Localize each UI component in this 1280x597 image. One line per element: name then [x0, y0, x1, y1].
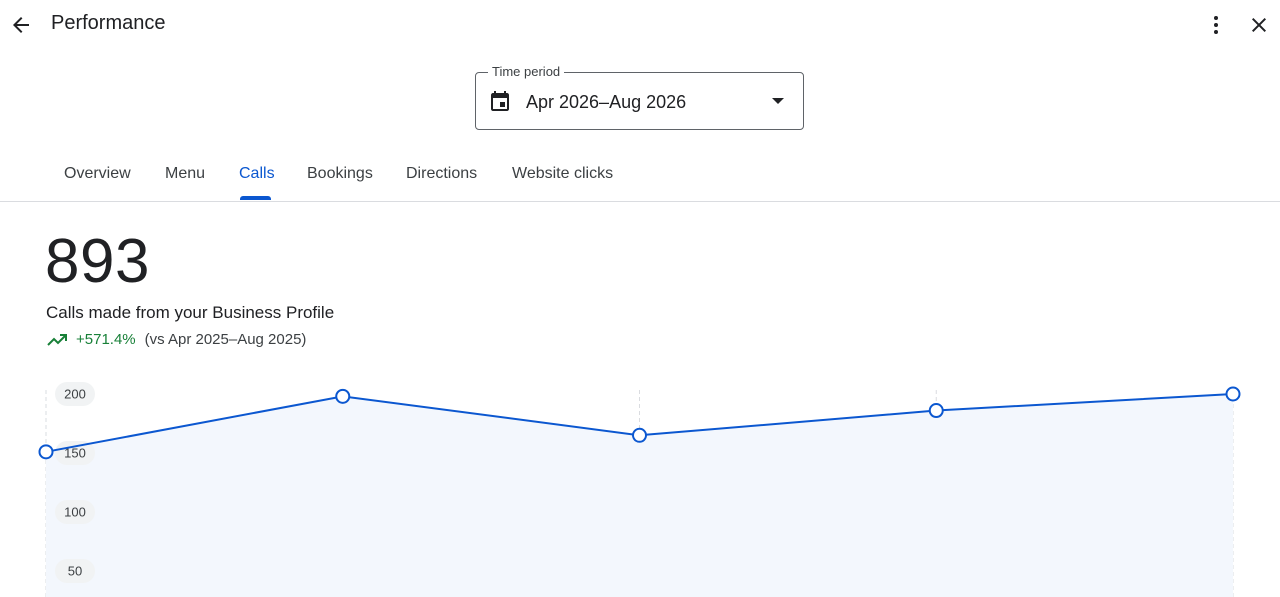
more-vert-icon: [1214, 16, 1218, 34]
close-icon: [1252, 18, 1266, 32]
page-title: Performance: [51, 12, 166, 34]
tab-website-clicks[interactable]: Website clicks: [512, 165, 613, 183]
data-point-may[interactable]: [335, 388, 351, 404]
active-tab-indicator: [240, 196, 271, 200]
y-tick-100: 100: [55, 500, 95, 524]
close-button[interactable]: [1241, 7, 1277, 43]
y-tick-label: 200: [64, 387, 86, 402]
data-point-jun[interactable]: [632, 427, 647, 443]
back-button[interactable]: [3, 7, 39, 43]
y-tick-200: 200: [55, 382, 95, 406]
trend-percentage: +571.4%: [76, 331, 136, 348]
tab-bar: Overview Menu Calls Bookings Directions …: [0, 150, 1280, 202]
arrow-left-icon: [13, 17, 29, 33]
y-tick-50: 50: [55, 559, 95, 583]
dropdown-arrow-icon: [772, 98, 784, 104]
y-tick-label: 50: [68, 564, 82, 579]
tab-bookings[interactable]: Bookings: [307, 165, 373, 183]
data-point-apr[interactable]: [38, 444, 54, 460]
y-tick-label: 100: [64, 505, 86, 520]
tab-menu[interactable]: Menu: [165, 165, 205, 183]
more-options-button[interactable]: [1198, 7, 1234, 43]
top-bar: Performance: [0, 0, 1280, 50]
trending-up-icon: [47, 333, 67, 346]
time-period-value: Apr 2026–Aug 2026: [526, 92, 687, 112]
chart-area: [46, 394, 1233, 597]
calls-chart: 20015010050: [38, 382, 1241, 597]
data-point-jul[interactable]: [928, 403, 944, 419]
time-period-select[interactable]: Time period Apr 2026–Aug 2026: [475, 64, 804, 130]
trend-comparison: (vs Apr 2025–Aug 2025): [144, 331, 307, 348]
trend-row: +571.4% (vs Apr 2025–Aug 2025): [46, 331, 306, 348]
data-point-aug[interactable]: [1225, 386, 1241, 402]
metric-description: Calls made from your Business Profile: [46, 303, 335, 322]
time-period-label: Time period: [488, 64, 565, 79]
calls-total: 893: [45, 227, 150, 296]
tab-overview[interactable]: Overview: [64, 165, 131, 183]
tab-directions[interactable]: Directions: [406, 165, 477, 183]
tab-calls[interactable]: Calls: [239, 165, 275, 183]
calendar-icon: [491, 91, 509, 111]
